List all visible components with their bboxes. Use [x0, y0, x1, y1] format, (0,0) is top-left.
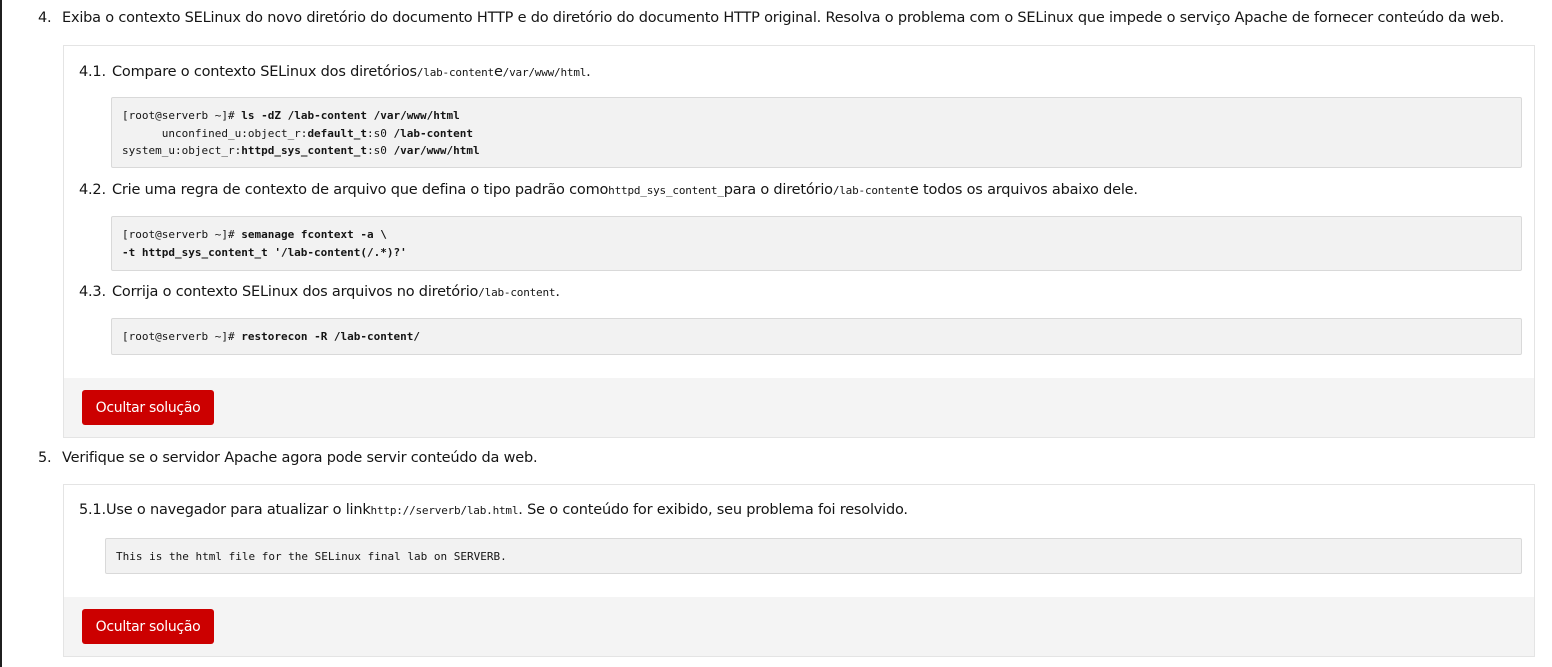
terminal-block-4-1: [root@serverb ~]# ls -dZ /lab-content /v… — [111, 97, 1522, 168]
substep-text: . Se o conteúdo for exibido, seu problem… — [518, 502, 908, 518]
terminal-block-4-3: [root@serverb ~]# restorecon -R /lab-con… — [111, 318, 1522, 355]
step-number: 4. — [38, 10, 52, 26]
shell-command: -t httpd_sys_content_t '/lab-content(/.*… — [122, 245, 407, 259]
step-5-solution-panel: 5.1. Use o navegador para atualizar o li… — [63, 484, 1535, 657]
step-number: 5. — [38, 450, 52, 466]
step-5-heading: 5. Verifique se o servidor Apache agora … — [38, 448, 1542, 468]
substep-number: 4.1. — [79, 64, 106, 80]
solution-footer: Ocultar solução — [64, 597, 1534, 656]
substep-heading: 4.3. Corrija o contexto SELinux dos arqu… — [79, 282, 1520, 302]
step-4: 4. Exiba o contexto SELinux do novo dire… — [38, 8, 1542, 28]
step-text: Verifique se o servidor Apache agora pod… — [62, 450, 538, 466]
solution-footer: Ocultar solução — [64, 378, 1534, 437]
inline-code: httpd_sys_content_ — [608, 184, 724, 197]
substep-number: 5.1. — [79, 502, 106, 518]
shell-command: semanage fcontext -a \ — [241, 228, 387, 241]
page-left-border — [0, 0, 2, 667]
substep-text: Compare o contexto SELinux dos diretório… — [112, 64, 417, 80]
step-5: 5. Verifique se o servidor Apache agora … — [38, 448, 1542, 468]
shell-prompt: [root@serverb ~]# — [122, 109, 242, 122]
substep-text: e todos os arquivos abaixo dele. — [909, 182, 1138, 198]
substep-number: 4.3. — [79, 284, 106, 300]
inline-code: http://serverb/lab.html — [370, 504, 519, 517]
substep-text: para o diretório — [723, 182, 833, 198]
output-highlight: /lab-content — [393, 126, 474, 140]
substep-text: Corrija o contexto SELinux dos arquivos … — [112, 284, 479, 300]
substep-heading: 4.2. Crie uma regra de contexto de arqui… — [79, 180, 1520, 200]
shell-prompt: [root@serverb ~]# — [122, 330, 242, 343]
hide-solution-button[interactable]: Ocultar solução — [82, 609, 214, 644]
inline-code: /lab-content — [478, 286, 556, 299]
output-text: :s0 — [367, 126, 394, 140]
output-text: :s0 — [367, 144, 394, 157]
output-highlight: httpd_sys_content_t — [241, 144, 368, 157]
step-4-heading: 4. Exiba o contexto SELinux do novo dire… — [38, 8, 1542, 28]
substep-text: . — [586, 64, 591, 80]
terminal-block-4-2: [root@serverb ~]# semanage fcontext -a \… — [111, 216, 1522, 271]
shell-prompt: [root@serverb ~]# — [122, 228, 242, 241]
substep-text: Crie uma regra de contexto de arquivo qu… — [112, 182, 609, 198]
substep-text: Use o navegador para atualizar o link — [106, 502, 371, 518]
hide-solution-button[interactable]: Ocultar solução — [82, 390, 214, 425]
substep-4-1: 4.1. Compare o contexto SELinux dos dire… — [79, 62, 1520, 82]
substep-text: . — [555, 284, 560, 300]
step-4-solution-panel: 4.1. Compare o contexto SELinux dos dire… — [63, 45, 1535, 438]
substep-heading: 4.1. Compare o contexto SELinux dos dire… — [79, 62, 1520, 82]
substep-5-1: 5.1. Use o navegador para atualizar o li… — [79, 500, 1520, 520]
output-highlight: /var/www/html — [393, 144, 480, 157]
output-text: unconfined_u:object_r: — [122, 126, 308, 140]
substep-4-3: 4.3. Corrija o contexto SELinux dos arqu… — [79, 282, 1520, 302]
shell-command: ls -dZ /lab-content /var/www/html — [241, 109, 460, 122]
substep-text: e — [493, 64, 503, 80]
output-text: system_u:object_r: — [122, 144, 242, 157]
output-highlight: default_t — [307, 126, 368, 140]
shell-command: restorecon -R /lab-content/ — [241, 330, 421, 343]
inline-code: /var/www/html — [502, 66, 587, 79]
command-output: This is the html file for the SELinux fi… — [116, 550, 507, 563]
inline-code: /lab-content — [832, 184, 910, 197]
substep-4-2: 4.2. Crie uma regra de contexto de arqui… — [79, 180, 1520, 200]
substep-number: 4.2. — [79, 182, 106, 198]
inline-code: /lab-content — [416, 66, 494, 79]
output-block-5-1: This is the html file for the SELinux fi… — [105, 538, 1522, 574]
step-text: Exiba o contexto SELinux do novo diretór… — [62, 10, 1505, 26]
substep-heading: 5.1. Use o navegador para atualizar o li… — [79, 500, 1520, 520]
